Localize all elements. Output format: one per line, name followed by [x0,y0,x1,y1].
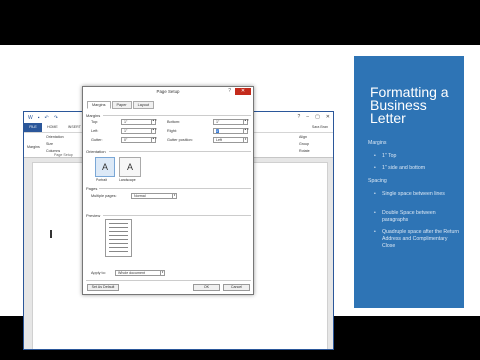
multiple-pages-select[interactable]: Normal ▼ [131,193,177,199]
dialog-tabs: Margins Paper Layout [87,101,155,109]
landscape-icon: A [126,162,133,172]
slide: W ▪ ↶ ↷ Document1 - Word ? – ▢ ✕ FILE HO… [0,45,480,350]
chevron-down-icon: ▼ [160,271,164,275]
tab-margins[interactable]: Margins [87,101,111,109]
gutter-position-select[interactable]: Left ▼ [213,137,248,143]
tab-layout[interactable]: Layout [132,101,155,109]
user-name[interactable]: Sara Bran [307,123,333,132]
portrait-icon: A [101,162,108,172]
right-margin-value: 1" [216,129,220,133]
size-button[interactable]: Size [46,142,53,146]
margin-item-2: 1" side and bottom [382,165,426,171]
spacing-item-2: Double Space between paragraphs [382,210,436,223]
portrait-option[interactable]: A [95,157,115,177]
page-setup-group-label: Page Setup [54,153,73,157]
quick-access-toolbar: W ▪ ↶ ↷ [28,115,58,121]
bottom-label: Bottom: [167,120,181,124]
close-button[interactable]: ✕ [235,88,251,95]
tab-paper[interactable]: Paper [111,101,132,109]
spin-arrows-icon[interactable]: ▲▼ [151,128,157,133]
divider [86,280,251,281]
undo-icon[interactable]: ↶ [45,115,49,121]
margins-button[interactable]: Margins [27,145,40,149]
bottom-margin-input[interactable]: 1" ▲▼ [213,119,249,125]
multiple-pages-label: Multiple pages: [91,194,117,198]
right-margin-input[interactable]: 1" ▲▼ [213,128,249,134]
preview-section-label: Preview [86,213,101,218]
spin-arrows-icon[interactable]: ▲▼ [243,128,249,133]
margin-item-1: 1" Top [382,153,397,159]
gutter-value: 0" [124,138,128,142]
orientation-button[interactable]: Orientation [46,135,64,139]
minimize-icon[interactable]: – [306,114,309,120]
redo-icon[interactable]: ↷ [54,115,58,121]
right-label: Right: [167,129,177,133]
spacing-item-1: Single space between lines [382,191,445,197]
cancel-button[interactable]: Cancel [223,284,250,291]
divider [103,115,251,116]
help-icon[interactable]: ? [228,88,231,94]
gutter-position-label: Gutter position: [167,138,193,142]
bullet-icon: • [374,191,376,197]
divider [109,151,251,152]
page-preview [105,219,132,257]
multiple-pages-value: Normal [134,194,146,198]
pages-section-label: Pages [86,186,98,191]
left-margin-input[interactable]: 1" ▲▼ [121,128,157,134]
portrait-label: Portrait [96,178,107,182]
apply-to-select[interactable]: Whole document ▼ [115,270,165,276]
gutter-input[interactable]: 0" ▲▼ [121,137,157,143]
margins-section-label: Margins [86,113,101,118]
page-setup-dialog: Page Setup ? ✕ Margins Paper Layout Marg… [82,86,254,295]
maximize-icon[interactable]: ▢ [315,114,320,120]
divider [99,188,251,189]
spacing-item-3: Quadruple space after the Return Address… [382,229,459,249]
help-icon[interactable]: ? [298,114,301,120]
word-logo-icon: W [28,114,33,121]
ok-button[interactable]: OK [193,284,220,291]
group-button[interactable]: Group [299,142,309,146]
gutter-position-value: Left [216,138,222,142]
tab-file[interactable]: FILE [24,123,42,132]
landscape-label: Landscape [119,178,136,182]
spin-arrows-icon[interactable]: ▲▼ [243,119,249,124]
left-margin-value: 1" [124,129,128,133]
bullet-icon: • [374,165,376,171]
orientation-section-label: Orientation [86,149,106,154]
window-controls: ? – ▢ ✕ [298,114,331,120]
landscape-option[interactable]: A [119,157,141,177]
tab-home[interactable]: HOME [42,123,63,132]
bullet-icon: • [374,229,376,235]
chevron-down-icon: ▼ [243,138,247,142]
margins-heading: Margins [368,140,387,146]
chevron-down-icon: ▼ [172,194,176,198]
slide-title: Formatting a Business Letter [370,84,449,126]
bottom-margin-value: 1" [216,120,220,124]
slide-text-panel: Formatting a Business Letter Margins • 1… [354,56,464,308]
gutter-label: Gutter: [91,138,103,142]
set-as-default-button[interactable]: Set As Default [87,284,119,291]
top-margin-value: 1" [124,120,128,124]
top-margin-input[interactable]: 1" ▲▼ [121,119,157,125]
align-button[interactable]: Align [299,135,307,139]
top-label: Top: [91,120,99,124]
divider [103,215,251,216]
save-icon[interactable]: ▪ [38,115,40,121]
text-cursor [50,230,52,238]
spin-arrows-icon[interactable]: ▲▼ [151,119,157,124]
apply-to-value: Whole document [118,271,145,275]
left-label: Left: [91,129,99,133]
bullet-icon: • [374,210,376,216]
apply-to-label: Apply to: [91,271,106,275]
spin-arrows-icon[interactable]: ▲▼ [151,137,157,142]
rotate-button[interactable]: Rotate [299,149,310,153]
spacing-heading: Spacing [368,178,387,184]
bullet-icon: • [374,153,376,159]
close-icon[interactable]: ✕ [326,114,330,120]
